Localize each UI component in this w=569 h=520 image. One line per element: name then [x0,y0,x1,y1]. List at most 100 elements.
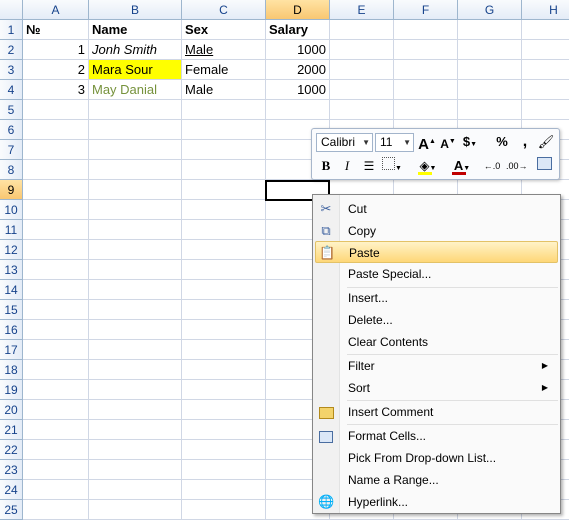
header-cell-no[interactable]: № [23,20,89,40]
format-painter-icon[interactable]: 🖌 [536,132,556,152]
grid-cell[interactable] [23,140,89,160]
grid-cell[interactable] [182,260,266,280]
cell-salary[interactable]: 1000 [266,40,330,60]
row-header[interactable]: 4 [0,80,23,100]
grid-cell[interactable] [89,460,182,480]
grid-cell[interactable] [89,180,182,200]
select-all-corner[interactable] [0,0,23,20]
grid-cell[interactable] [89,340,182,360]
grid-cell[interactable] [330,60,394,80]
row-header[interactable]: 24 [0,480,23,500]
grid-cell[interactable] [458,20,522,40]
grid-cell[interactable] [89,320,182,340]
grid-cell[interactable] [182,140,266,160]
row-header[interactable]: 1 [0,20,23,40]
grid-cell[interactable] [182,120,266,140]
font-name-box[interactable]: Calibri ▼ [316,133,373,152]
decrease-decimal-icon[interactable]: .00→ [506,156,528,176]
grid-cell[interactable] [182,280,266,300]
grid-cell[interactable] [89,440,182,460]
menu-item-clear-contents[interactable]: Clear Contents [315,331,558,353]
header-cell-sex[interactable]: Sex [182,20,266,40]
menu-item-insert[interactable]: Insert... [315,287,558,309]
grid-cell[interactable] [89,140,182,160]
grid-cell[interactable] [522,40,569,60]
grid-cell[interactable] [89,500,182,520]
grid-cell[interactable] [89,120,182,140]
grid-cell[interactable] [23,180,89,200]
row-header[interactable]: 22 [0,440,23,460]
grid-cell[interactable] [23,400,89,420]
column-header-f[interactable]: F [394,0,458,20]
currency-button[interactable]: $▼ [460,132,480,152]
column-header-e[interactable]: E [330,0,394,20]
grid-cell[interactable] [23,380,89,400]
grid-cell[interactable] [330,80,394,100]
grid-cell[interactable] [182,400,266,420]
grid-cell[interactable] [23,160,89,180]
shrink-font-button[interactable]: A▼ [438,132,458,152]
grid-cell[interactable] [182,300,266,320]
grid-cell[interactable] [23,440,89,460]
grid-cell[interactable] [23,420,89,440]
menu-item-cut[interactable]: ✂ Cut [315,198,558,220]
menu-item-sort[interactable]: Sort ▶ [315,377,558,399]
font-color-button[interactable]: A▼ [448,156,476,176]
grid-cell[interactable] [394,80,458,100]
percent-button[interactable]: % [492,132,512,152]
header-cell-salary[interactable]: Salary [266,20,330,40]
grow-font-button[interactable]: A▲ [417,132,437,153]
grid-cell[interactable] [182,200,266,220]
menu-item-delete[interactable]: Delete... [315,309,558,331]
row-header[interactable]: 25 [0,500,23,520]
grid-cell[interactable] [458,40,522,60]
row-header[interactable]: 21 [0,420,23,440]
grid-cell[interactable] [23,120,89,140]
column-header-g[interactable]: G [458,0,522,20]
column-header-a[interactable]: A [23,0,89,20]
menu-item-insert-comment[interactable]: Insert Comment [315,401,558,423]
grid-cell[interactable] [394,40,458,60]
column-header-h[interactable]: H [522,0,569,20]
grid-cell[interactable] [182,160,266,180]
row-header[interactable]: 18 [0,360,23,380]
grid-cell[interactable] [23,200,89,220]
column-header-b[interactable]: B [89,0,182,20]
grid-cell[interactable] [89,160,182,180]
grid-cell[interactable] [23,300,89,320]
grid-cell[interactable] [394,20,458,40]
increase-decimal-icon[interactable]: ←.0 [482,156,502,176]
grid-cell[interactable] [522,80,569,100]
grid-cell[interactable] [89,480,182,500]
italic-button[interactable]: I [337,156,357,176]
grid-cell[interactable] [89,220,182,240]
center-align-icon[interactable]: ☰ [359,156,379,176]
row-header[interactable]: 14 [0,280,23,300]
grid-cell[interactable] [23,460,89,480]
grid-cell[interactable] [330,20,394,40]
grid-cell[interactable] [458,80,522,100]
row-header[interactable]: 20 [0,400,23,420]
row-header[interactable]: 16 [0,320,23,340]
cell-salary[interactable]: 2000 [266,60,330,80]
grid-cell[interactable] [89,300,182,320]
bold-button[interactable]: B [316,156,336,176]
grid-cell[interactable] [182,100,266,120]
grid-cell[interactable] [394,60,458,80]
grid-cell[interactable] [182,340,266,360]
grid-cell[interactable] [23,260,89,280]
grid-cell[interactable] [23,240,89,260]
row-header[interactable]: 3 [0,60,23,80]
menu-item-paste[interactable]: 📋 Paste [315,241,558,263]
row-header[interactable]: 8 [0,160,23,180]
menu-item-filter[interactable]: Filter ▶ [315,355,558,377]
grid-cell[interactable] [23,480,89,500]
grid-cell[interactable] [522,100,569,120]
font-size-box[interactable]: 11 ▼ [375,133,414,152]
menu-item-format-cells[interactable]: Format Cells... [315,425,558,447]
grid-cell[interactable] [182,460,266,480]
grid-cell[interactable] [182,180,266,200]
menu-item-pick-from-dropdown[interactable]: Pick From Drop-down List... [315,447,558,469]
menu-item-copy[interactable]: ⧉ Copy [315,220,558,242]
cell-name[interactable]: May Danial [89,80,182,100]
